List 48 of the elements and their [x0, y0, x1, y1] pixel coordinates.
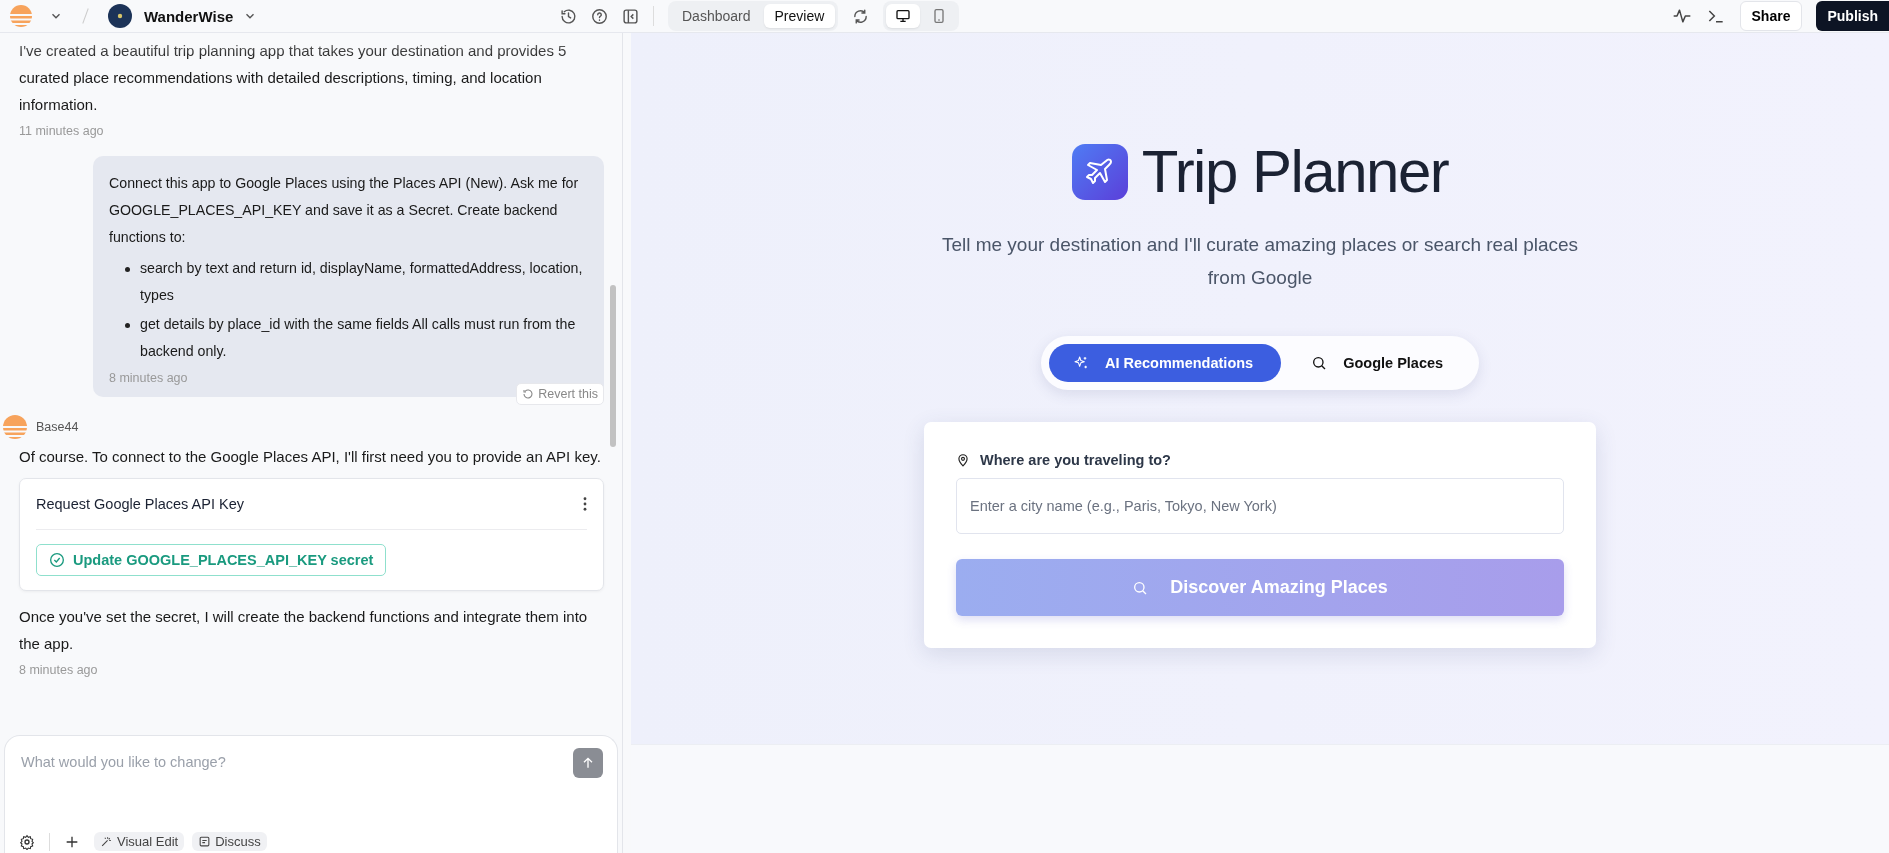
field-label: Where are you traveling to?	[980, 452, 1171, 468]
update-secret-button[interactable]: Update GOOGLE_PLACES_API_KEY secret	[36, 544, 387, 576]
message-time: 8 minutes ago	[109, 371, 189, 385]
view-tab[interactable]: Preview	[763, 4, 836, 28]
wand-icon	[100, 835, 113, 848]
sidebar-toggle-icon[interactable]	[622, 7, 639, 25]
assistant-name: Base44	[36, 420, 79, 434]
refresh-icon[interactable]	[852, 7, 870, 25]
city-input-field[interactable]: Enter a city name (e.g., Paris, Tokyo, New York)	[956, 478, 1564, 534]
assistant-message: Of course. To connect to the Google Places API, I'll first need you to provide an API key.	[19, 447, 601, 467]
project-name[interactable]: WanderWise	[144, 7, 234, 25]
view-tab[interactable]: Dashboard	[671, 4, 762, 28]
activity-icon[interactable]	[1671, 6, 1692, 26]
app-title: Trip Planner	[1141, 137, 1449, 206]
share-button[interactable]: Share	[1739, 1, 1803, 31]
document-icon	[198, 835, 212, 848]
desktop-view-button[interactable]	[886, 4, 921, 28]
discuss-button[interactable]: Discuss	[192, 832, 267, 851]
send-button[interactable]	[573, 748, 603, 778]
bullet-item: get details by place_id with the same fields All calls must run from the backend only.	[140, 315, 577, 361]
publish-button[interactable]: Publish	[1816, 1, 1889, 31]
bullet-dot	[125, 267, 130, 272]
app-subtitle: Tell me your destination and I'll curate amazing places or search real places from Google	[940, 233, 1580, 290]
map-pin-icon	[956, 453, 970, 467]
project-avatar-icon[interactable]	[108, 4, 132, 28]
search-mode-tab[interactable]: AI Recommendations	[1048, 344, 1282, 382]
request-card-title: Request Google Places API Key	[36, 496, 244, 512]
user-message: Connect this app to Google Places using the Places API (New). Ask me for GOOGLE_PLACES_API_KEY and save it as a Secret. Create backend functions to:	[109, 174, 580, 247]
search-icon	[1311, 355, 1328, 371]
assistant-avatar-icon	[3, 415, 27, 439]
assistant-message: Once you've set the secret, I will create the backend functions and integrate them into the app.	[19, 607, 589, 654]
airplane-logo-icon	[1071, 143, 1128, 200]
history-icon[interactable]	[560, 7, 577, 25]
message-time: 8 minutes ago	[19, 663, 98, 677]
sparkles-icon	[1072, 355, 1089, 371]
revert-button[interactable]: Revert this	[516, 383, 604, 405]
bullet-dot	[125, 323, 130, 328]
message-time: 11 minutes ago	[19, 124, 104, 138]
visual-edit-button[interactable]: Visual Edit	[94, 832, 185, 851]
undo-icon	[522, 388, 535, 400]
more-options-icon[interactable]	[583, 497, 587, 511]
help-icon[interactable]	[591, 7, 608, 25]
settings-icon[interactable]	[19, 833, 35, 850]
assistant-message: I've created a beautiful trip planning app that takes your destination and provides 5 curated place recommendations with detailed descriptions, timing, and location information.	[19, 41, 568, 115]
search-mode-tab[interactable]: Google Places	[1287, 344, 1472, 382]
check-circle-icon	[49, 552, 65, 568]
monitor-icon	[895, 8, 912, 24]
search-icon	[1132, 579, 1149, 596]
